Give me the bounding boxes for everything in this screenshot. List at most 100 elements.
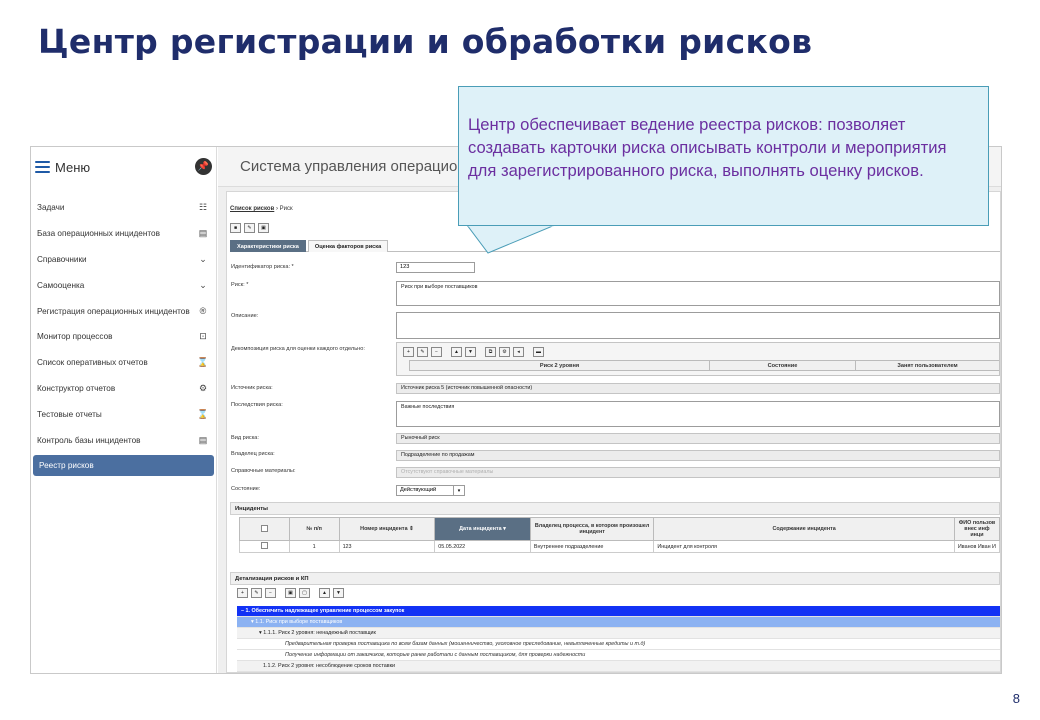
incidents-section-header[interactable]: Инциденты xyxy=(230,502,1000,515)
table-icon: ▤ xyxy=(198,434,208,445)
expand-button[interactable]: ▣ xyxy=(285,588,296,598)
copy-button[interactable]: ⧉ xyxy=(485,347,496,357)
consequences-field[interactable]: Важные последствия xyxy=(396,401,1000,427)
row-checkbox[interactable] xyxy=(239,540,290,553)
incident-number: 123 xyxy=(338,540,436,553)
tab-risk-factors[interactable]: Оценка факторов риска xyxy=(307,240,389,252)
incident-owner: Внутреннее подразделение xyxy=(529,540,655,553)
edit-node-button[interactable]: ✎ xyxy=(251,588,262,598)
column-header[interactable]: № п/п xyxy=(288,517,340,541)
consequences-label: Последствия риска: xyxy=(231,402,283,408)
delete-node-button[interactable]: − xyxy=(265,588,276,598)
settings-button[interactable]: ⚙ xyxy=(499,347,510,357)
breadcrumb-link[interactable]: Список рисков xyxy=(230,206,274,212)
gear-icon: ⚙ xyxy=(198,382,208,393)
column-header[interactable]: ФИО пользов внес инф инци xyxy=(953,517,1000,541)
save-button[interactable]: ■ xyxy=(230,223,241,233)
risk-name-field[interactable]: Риск при выборе поставщиков xyxy=(396,281,1000,306)
tree-row[interactable]: – 1. Обеспечить надлежащее управление пр… xyxy=(237,606,1000,617)
risk-card: Список рисков › Риск ■ ✎ ▣ Характеристик… xyxy=(226,191,1001,673)
edit-row-button[interactable]: ✎ xyxy=(417,347,428,357)
sidebar-item-incident-base[interactable]: База операционных инцидентов ▤ xyxy=(31,221,216,247)
print-button[interactable]: ▣ xyxy=(258,223,269,233)
description-field[interactable] xyxy=(396,312,1000,339)
menu-title: Меню xyxy=(55,159,91,175)
tree-row[interactable]: ▾ 1.1. Риск при выборе поставщиков xyxy=(237,617,1000,628)
table-icon: ▤ xyxy=(198,228,208,239)
detail-toolbar: + ✎ − ▣ ▢ ▲ ▼ xyxy=(237,588,344,598)
status-select[interactable]: Действующий ▾ xyxy=(396,485,465,496)
sidebar-item-references[interactable]: Справочники ⌄ xyxy=(31,247,216,273)
incident-date: 05.05.2022 xyxy=(434,540,531,553)
breadcrumb-current: Риск xyxy=(279,206,293,212)
column-header[interactable]: Риск 2 уровня xyxy=(409,361,709,370)
tree-row[interactable]: Получение информации от заказчиков, кото… xyxy=(237,650,1000,661)
decomposition-grid: + ✎ − ▲ ▼ ⧉ ⚙ ◂ ▬ Риск 2 уровня Состояни… xyxy=(396,342,1000,376)
export-button[interactable]: ▬ xyxy=(533,347,544,357)
move-up-button[interactable]: ▲ xyxy=(319,588,330,598)
risk-id-field[interactable]: 123 xyxy=(396,262,475,273)
card-tabs: Характеристики риска Оценка факторов рис… xyxy=(230,240,1000,252)
hourglass-icon: ⌛ xyxy=(197,408,209,419)
add-row-button[interactable]: + xyxy=(403,347,414,357)
move-down-button[interactable]: ▼ xyxy=(465,347,476,357)
tree-row[interactable]: 1.1.2. Риск 2 уровня: несоблюдение сроко… xyxy=(237,661,1000,672)
owner-field[interactable]: Подразделение по продажам xyxy=(396,450,1000,461)
monitor-icon: ⊡ xyxy=(199,331,207,342)
sound-button[interactable]: ◂ xyxy=(513,347,524,357)
select-all-checkbox[interactable] xyxy=(239,517,290,541)
source-field[interactable]: Источник риска 5 (источник повышенной оп… xyxy=(396,383,1000,394)
nav-list: Задачи ☷ База операционных инцидентов ▤ Сп… xyxy=(31,195,216,476)
collapse-button[interactable]: ▢ xyxy=(299,588,310,598)
reference-label: Справочные материалы: xyxy=(231,468,296,474)
delete-row-button[interactable]: − xyxy=(431,347,442,357)
move-up-button[interactable]: ▲ xyxy=(451,347,462,357)
sidebar-item-test-reports[interactable]: Тестовые отчеты ⌛ xyxy=(31,401,216,427)
sidebar: Меню 📌 Задачи ☷ База операционных инциден… xyxy=(31,147,217,673)
card-toolbar: ■ ✎ ▣ xyxy=(230,223,269,233)
reference-field[interactable]: Отсутствуют справочные материалы xyxy=(396,467,1000,478)
sidebar-item-operational-reports[interactable]: Список оперативных отчетов ⌛ xyxy=(31,350,216,376)
incident-user: Иванов Иван И xyxy=(953,540,1000,553)
callout-box: Центр обеспечивает ведение реестра риско… xyxy=(458,86,989,226)
tab-risk-characteristics[interactable]: Характеристики риска xyxy=(230,240,306,252)
registered-icon: ® xyxy=(199,306,207,317)
decomposition-header: Риск 2 уровня Состояние Занят пользовате… xyxy=(409,360,999,371)
sidebar-item-process-monitor[interactable]: Монитор процессов ⊡ xyxy=(31,324,216,350)
status-label: Состояние: xyxy=(231,486,261,492)
risk-id-label: Идентификатор риска: * xyxy=(231,264,294,270)
column-header[interactable]: Содержание инцидента xyxy=(653,517,955,541)
column-header[interactable]: Занят пользователем xyxy=(855,361,999,370)
tree-row[interactable]: ▾ 1.1.1. Риск 2 уровня: ненадежный поста… xyxy=(237,628,1000,639)
pin-icon[interactable]: 📌 xyxy=(195,158,212,175)
sidebar-item-tasks[interactable]: Задачи ☷ xyxy=(31,195,216,221)
column-header[interactable]: Состояние xyxy=(709,361,855,370)
edit-button[interactable]: ✎ xyxy=(244,223,255,233)
chevron-down-icon: ⌄ xyxy=(199,253,207,264)
move-down-button[interactable]: ▼ xyxy=(333,588,344,598)
checklist-icon: ☷ xyxy=(198,202,208,213)
add-node-button[interactable]: + xyxy=(237,588,248,598)
incidents-table: № п/п Номер инцидента ⇕ Дата инцидента ▾… xyxy=(239,517,1000,553)
column-header[interactable]: Номер инцидента ⇕ xyxy=(338,517,436,541)
description-label: Описание: xyxy=(231,313,259,319)
table-row[interactable]: 1 123 05.05.2022 Внутреннее подразделени… xyxy=(239,540,1000,553)
sidebar-item-self-assessment[interactable]: Самооценка ⌄ xyxy=(31,272,216,298)
risk-type-field[interactable]: Рыночный риск xyxy=(396,433,1000,444)
chevron-down-icon[interactable]: ▾ xyxy=(453,486,464,495)
status-value: Действующий xyxy=(400,487,437,493)
detail-section-header[interactable]: Детализация рисков и КП xyxy=(230,572,1000,585)
sidebar-item-incident-control[interactable]: Контроль базы инцидентов ▤ xyxy=(31,427,216,453)
incident-content: Инцидент для контроля xyxy=(653,540,955,553)
tree-row[interactable]: Предварительная проверка поставщика по в… xyxy=(237,639,1000,650)
slide-title: Центр регистрации и обработки рисков xyxy=(38,22,813,61)
column-header[interactable]: Дата инцидента ▾ xyxy=(434,517,531,541)
sidebar-item-incident-registration[interactable]: Регистрация операционных инцидентов ® xyxy=(31,298,216,324)
column-header[interactable]: Владелец процесса, в котором произошел и… xyxy=(529,517,655,541)
sidebar-item-report-builder[interactable]: Конструктор отчетов ⚙ xyxy=(31,376,216,402)
callout-tail xyxy=(467,225,556,254)
risk-name-label: Риск: * xyxy=(231,282,249,288)
sidebar-item-risk-registry[interactable]: Реестр рисков xyxy=(33,454,214,476)
hamburger-icon[interactable] xyxy=(35,161,50,173)
callout-text: Центр обеспечивает ведение реестра риско… xyxy=(468,115,947,180)
